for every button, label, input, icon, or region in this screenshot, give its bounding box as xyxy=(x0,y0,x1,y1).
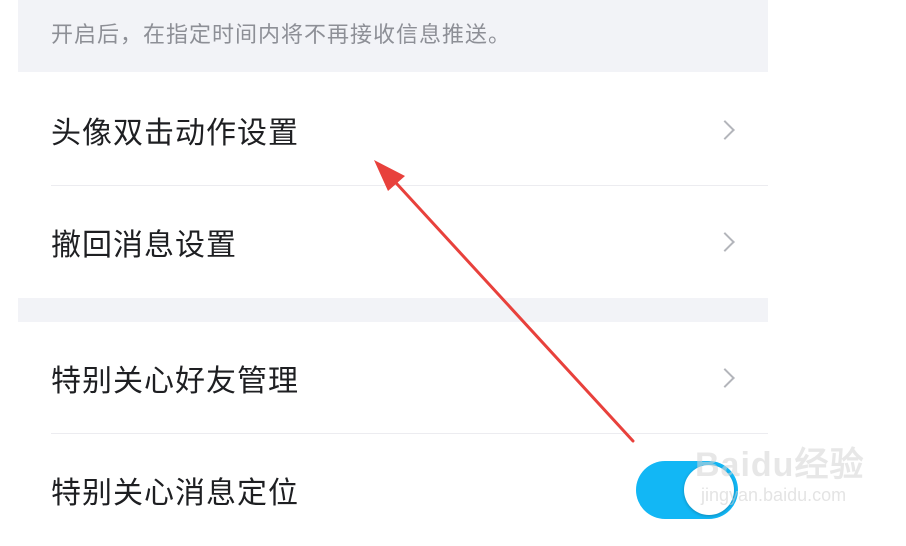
watermark: Baidu经验 jingyan.baidu.com xyxy=(695,437,865,517)
row-special-care-friends[interactable]: 特别关心好友管理 xyxy=(18,322,768,434)
row-label: 撤回消息设置 xyxy=(51,228,237,263)
row-avatar-double-tap-settings[interactable]: 头像双击动作设置 xyxy=(18,74,768,186)
row-label: 特别关心消息定位 xyxy=(51,476,299,511)
row-label: 特别关心好友管理 xyxy=(51,364,299,399)
watermark-brand: Baidu经验 xyxy=(695,446,865,484)
watermark-url: jingyan.baidu.com xyxy=(701,485,847,505)
chevron-right-icon xyxy=(715,232,735,252)
section-gap xyxy=(18,298,768,322)
hint-section: 开启后，在指定时间内将不再接收信息推送。 xyxy=(18,0,768,72)
hint-text: 开启后，在指定时间内将不再接收信息推送。 xyxy=(51,23,512,48)
chevron-right-icon xyxy=(715,120,735,140)
row-special-care-message-locate: 特别关心消息定位 xyxy=(18,434,768,546)
row-recall-message-settings[interactable]: 撤回消息设置 xyxy=(18,186,768,298)
row-label: 头像双击动作设置 xyxy=(51,116,299,151)
chevron-right-icon xyxy=(715,368,735,388)
settings-panel: 开启后，在指定时间内将不再接收信息推送。 头像双击动作设置 撤回消息设置 特别关… xyxy=(18,0,768,546)
